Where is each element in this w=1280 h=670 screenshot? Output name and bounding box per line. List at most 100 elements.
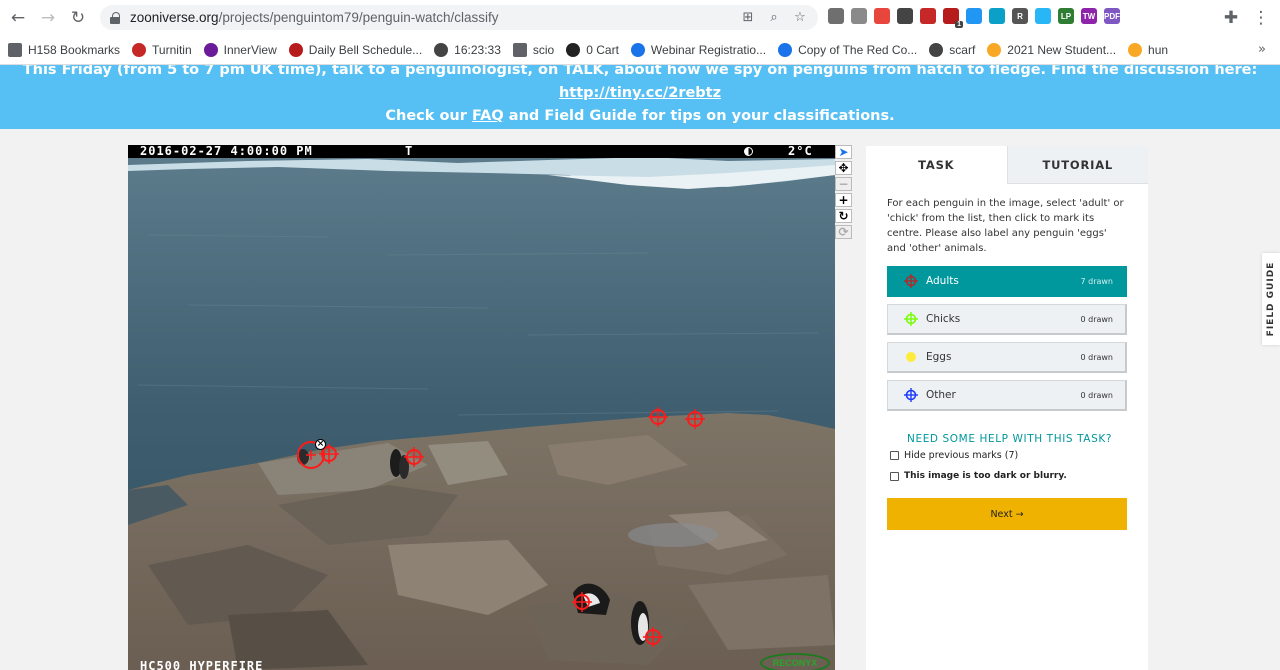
adult-mark[interactable] [572,592,592,612]
banner-line3: Check our FAQ and Field Guide for tips o… [385,108,895,124]
bookmark-favicon-icon [434,42,449,57]
drawn-count: 0 drawn [1080,314,1113,324]
announcement-banner: This Friday (from 5 to 7 pm UK time), ta… [0,65,1280,129]
camera-model: HC500 HYPERFIRE [140,659,264,670]
subject-image[interactable]: 2016-02-27 4:00:00 PM T 2°C HC500 HYPERF… [128,145,835,670]
extension-icon[interactable]: R [1012,8,1028,24]
crosshair-icon [904,274,918,288]
bookmark-item[interactable]: 0 Cart [566,42,619,57]
zoom-in-icon[interactable]: + [835,193,852,207]
bookmark-favicon-icon [8,42,22,57]
tab-tutorial[interactable]: TUTORIAL [1006,146,1148,184]
bookmark-item[interactable]: InnerView [203,42,277,57]
adult-mark[interactable] [648,407,668,427]
extension-icon[interactable] [966,8,982,24]
tool-option-other[interactable]: Other 0 drawn [887,380,1127,411]
extensions-bar: 1 R LP TW PDF [828,8,1120,28]
pointer-tool-icon[interactable]: ➤ [835,145,852,159]
extension-icon[interactable] [989,8,1005,24]
bookmark-favicon-icon [1128,42,1143,57]
extension-icon[interactable] [897,8,913,24]
reconyx-logo: RECONYX [760,653,830,670]
bookmark-favicon-icon [566,42,581,57]
bookmark-favicon-icon [778,42,793,57]
delete-mark-icon[interactable]: × [315,439,326,450]
marks-layer [297,407,705,647]
camera-info-strip: 2016-02-27 4:00:00 PM T 2°C [128,145,835,158]
tool-option-eggs[interactable]: Eggs 0 drawn [887,342,1127,373]
too-dark-checkbox[interactable]: This image is too dark or blurry. [890,471,1067,481]
bookmarks-bar: H158 Bookmarks Turnitin InnerView Daily Bel… [0,35,1280,65]
move-tool-icon[interactable]: ✥ [835,161,852,175]
tab-task[interactable]: TASK [866,146,1007,184]
bookmark-favicon-icon [203,42,218,57]
tool-option-chicks[interactable]: Chicks 0 drawn [887,304,1127,335]
extension-icon[interactable] [920,8,936,24]
bookmark-item[interactable]: Daily Bell Schedule... [288,42,422,57]
adult-mark[interactable] [685,409,705,429]
lock-icon [110,11,120,24]
adult-mark[interactable] [643,627,663,647]
more-bookmarks-icon[interactable]: » [1258,42,1266,57]
help-link[interactable]: NEED SOME HELP WITH THIS TASK? [907,433,1112,445]
extension-icon[interactable] [851,8,867,24]
browser-toolbar: ← → ↻ zooniverse.org/projects/penguintom… [0,0,1280,35]
address-bar[interactable]: zooniverse.org/projects/penguintom79/pen… [100,5,818,30]
extension-icon[interactable] [1035,8,1051,24]
tool-option-adults[interactable]: Adults 7 drawn [887,266,1127,297]
task-instructions: For each penguin in the image, select 'a… [887,198,1124,254]
hide-marks-checkbox[interactable]: Hide previous marks (7) [890,450,1018,461]
bookmark-item[interactable]: Copy of The Red Co... [778,42,917,57]
checkbox-box[interactable] [890,471,899,481]
extension-icon[interactable] [874,8,890,24]
camera-t-mark: T [405,145,413,158]
bookmark-item[interactable]: hun [1128,42,1168,57]
translate-icon[interactable]: ⊞ [740,10,756,26]
bookmark-item[interactable]: 2021 New Student... [987,42,1116,57]
bookmark-favicon-icon [630,42,645,57]
banner-link[interactable]: http://tiny.cc/2rebtz [559,85,721,101]
bookmark-favicon-icon [288,42,303,57]
image-tools: ➤ ✥ − + ↻ ⟳ [835,145,853,239]
bookmark-item[interactable]: scio [512,42,554,57]
menu-dots-icon[interactable]: ⋮ [1248,5,1274,31]
puzzle-icon[interactable]: ✚ [1218,5,1244,31]
reload-icon[interactable]: ↻ [65,5,91,31]
forward-arrow-icon[interactable]: → [35,5,61,31]
extension-icon[interactable]: PDF [1104,8,1120,24]
reset-icon[interactable]: ⟳ [835,225,852,239]
rotate-icon[interactable]: ↻ [835,209,852,223]
bookmark-item[interactable]: 16:23:33 [434,42,501,57]
back-arrow-icon[interactable]: ← [5,5,31,31]
crosshair-icon [904,312,918,326]
bookmark-star-icon[interactable]: ☆ [792,10,808,26]
bookmark-item[interactable]: H158 Bookmarks [8,42,120,57]
extension-icon[interactable]: 1 [943,8,963,28]
camera-temperature: 2°C [788,145,813,158]
bookmark-favicon-icon [512,42,527,57]
bookmark-favicon-icon [929,42,944,57]
camera-date: 2016-02-27 4:00:00 PM [140,145,313,158]
faq-link[interactable]: FAQ [472,108,504,124]
extension-icon[interactable]: LP [1058,8,1074,24]
banner-line1: This Friday (from 5 to 7 pm UK time), ta… [22,65,1258,78]
task-panel: TASK TUTORIAL For each penguin in the im… [866,146,1148,670]
next-button[interactable]: Next → [887,498,1127,530]
dot-icon [904,350,918,364]
extension-icon[interactable]: TW [1081,8,1097,24]
drawn-count: 0 drawn [1080,390,1113,400]
zoom-out-icon[interactable]: − [835,177,852,191]
drawn-count: 0 drawn [1080,352,1113,362]
url-text: zooniverse.org/projects/penguintom79/pen… [130,10,499,25]
crosshair-icon [904,388,918,402]
zoom-icon[interactable]: ⌕ [766,10,782,26]
bookmark-item[interactable]: Turnitin [132,42,192,57]
bookmark-favicon-icon [987,42,1002,57]
adult-mark[interactable] [404,447,424,467]
checkbox-box[interactable] [890,451,899,460]
field-guide-tab[interactable]: FIELD GUIDE [1262,253,1280,345]
extension-icon[interactable] [828,8,844,24]
bookmark-item[interactable]: Webinar Registratio... [630,42,766,57]
bookmark-favicon-icon [132,42,147,57]
bookmark-item[interactable]: scarf [929,42,975,57]
